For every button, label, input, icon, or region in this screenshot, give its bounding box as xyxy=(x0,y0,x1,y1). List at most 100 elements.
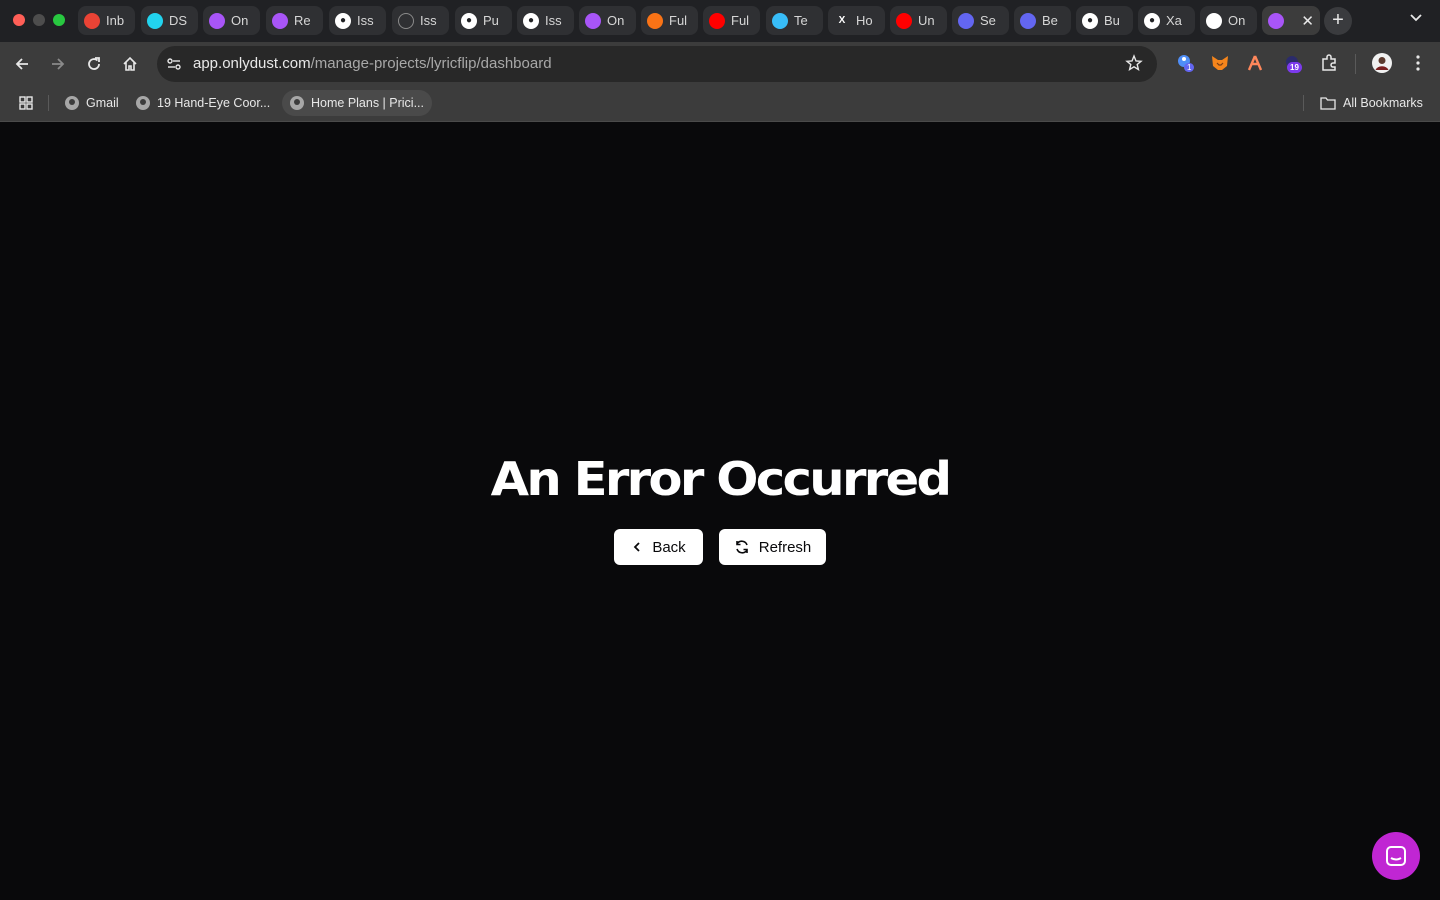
browser-toolbar: app.onlydust.com/manage-projects/lyricfl… xyxy=(0,42,1440,85)
browser-tab[interactable]: X Ho xyxy=(828,6,885,35)
tab-title: Bu xyxy=(1104,13,1120,28)
browser-tab[interactable]: On xyxy=(579,6,636,35)
wallet-extension-icon[interactable]: 19 xyxy=(1281,52,1303,74)
browser-tab-active[interactable]: ✕ xyxy=(1262,6,1320,35)
tailwind-icon xyxy=(772,12,788,29)
bookmark-gmail[interactable]: Gmail xyxy=(57,90,127,116)
browser-tab[interactable]: ● Iss xyxy=(517,6,574,35)
browser-tab[interactable]: ● Bu xyxy=(1076,6,1133,35)
github-icon: ● xyxy=(1144,12,1160,29)
tab-title: Te xyxy=(794,13,808,28)
tab-title: DS xyxy=(169,13,188,28)
all-bookmarks-label: All Bookmarks xyxy=(1343,96,1423,110)
address-bar[interactable]: app.onlydust.com/manage-projects/lyricfl… xyxy=(157,46,1157,82)
tab-title: On xyxy=(607,13,625,28)
maximize-window-icon[interactable] xyxy=(53,14,65,26)
refresh-icon xyxy=(735,540,748,554)
browser-tab[interactable]: Se xyxy=(952,6,1009,35)
browser-tab[interactable]: Ful xyxy=(641,6,698,35)
bookmark-home-plans[interactable]: Home Plans | Prici... xyxy=(282,90,433,116)
globe-icon xyxy=(136,96,150,110)
tab-strip: Inb DS On Re ● Iss Iss ● Pu ● Iss On Ful Ful Te X Ho Un Se… xyxy=(0,0,1440,42)
browser-tab[interactable]: Te xyxy=(766,6,823,35)
x-icon: X xyxy=(838,15,846,26)
onlydust-icon xyxy=(585,12,601,29)
browser-tab[interactable]: ● Iss xyxy=(329,6,386,35)
globe-icon xyxy=(290,96,304,110)
all-bookmarks[interactable]: All Bookmarks xyxy=(1312,90,1431,116)
tab-title: Ful xyxy=(669,13,688,28)
reload-icon[interactable] xyxy=(81,51,107,77)
tab-title: Iss xyxy=(420,13,437,28)
url-domain: app.onlydust.com xyxy=(193,55,311,72)
copilot-extension-icon[interactable]: 1 xyxy=(1175,52,1197,74)
minimize-window-icon[interactable] xyxy=(33,14,45,26)
tab-title: On xyxy=(231,13,249,28)
home-icon[interactable] xyxy=(117,51,143,77)
onlydust-icon xyxy=(272,12,288,29)
youtube-icon xyxy=(709,12,725,29)
browser-tab[interactable]: ● Xa xyxy=(1138,6,1195,35)
chat-support-button[interactable] xyxy=(1372,832,1420,880)
tab-search-chevron-icon[interactable] xyxy=(1410,10,1422,25)
tab-title: Pu xyxy=(483,13,499,28)
tab-title: Be xyxy=(1042,13,1058,28)
browser-tab[interactable]: On xyxy=(1200,6,1257,35)
browser-tab[interactable]: ● Pu xyxy=(455,6,512,35)
tab-title: Se xyxy=(980,13,996,28)
tab-title: Iss xyxy=(545,13,562,28)
browser-menu-icon[interactable] xyxy=(1407,52,1429,74)
site-info-icon[interactable] xyxy=(165,55,183,73)
refresh-button[interactable]: Refresh xyxy=(719,529,826,565)
page-content: An Error Occurred Back Refresh xyxy=(0,122,1440,900)
tab-title: Ho xyxy=(856,13,873,28)
claude-icon xyxy=(647,12,663,29)
close-tab-icon[interactable]: ✕ xyxy=(1301,12,1314,30)
tab-title: Re xyxy=(294,13,311,28)
browser-tab[interactable]: DS xyxy=(141,6,198,35)
browser-tab[interactable]: On xyxy=(203,6,260,35)
profile-avatar[interactable] xyxy=(1371,52,1393,74)
bookmarks-bar: Gmail 19 Hand-Eye Coor... Home Plans | P… xyxy=(0,85,1440,121)
url-path: /manage-projects/lyricflip/dashboard xyxy=(310,55,552,72)
youtube-icon xyxy=(896,12,912,29)
gmail-icon xyxy=(84,12,100,29)
browser-tab[interactable]: Un xyxy=(890,6,947,35)
tab-title: Inb xyxy=(106,13,125,28)
back-nav-icon[interactable] xyxy=(9,51,35,77)
toolbar-divider xyxy=(1355,54,1356,74)
bookmarks-divider xyxy=(1303,95,1304,111)
extensions-puzzle-icon[interactable] xyxy=(1318,52,1340,74)
ds-icon xyxy=(147,12,163,29)
metamask-extension-icon[interactable] xyxy=(1209,52,1231,74)
close-window-icon[interactable] xyxy=(13,14,25,26)
globe-icon xyxy=(65,96,79,110)
browser-tab[interactable]: Ful xyxy=(703,6,760,35)
tab-title: Ful xyxy=(731,13,750,28)
argent-extension-icon[interactable] xyxy=(1244,52,1266,74)
url-text[interactable]: app.onlydust.com/manage-projects/lyricfl… xyxy=(193,55,552,72)
bookmark-label: Gmail xyxy=(86,96,119,110)
github-icon: ● xyxy=(1082,12,1098,29)
forward-nav-icon[interactable] xyxy=(45,51,71,77)
bookmarks-divider xyxy=(48,95,49,111)
browser-tab[interactable]: Iss xyxy=(392,6,449,35)
tab-title: Un xyxy=(918,13,935,28)
browser-tab[interactable]: Inb xyxy=(78,6,135,35)
browser-tab[interactable]: Re xyxy=(266,6,323,35)
browser-tab[interactable]: Be xyxy=(1014,6,1071,35)
tab-title: On xyxy=(1228,13,1246,28)
onlydust-icon xyxy=(1268,12,1284,29)
chevron-left-icon xyxy=(634,542,640,552)
github-icon: ● xyxy=(335,12,351,29)
apps-grid-icon[interactable] xyxy=(10,90,42,116)
bookmark-label: Home Plans | Prici... xyxy=(311,96,425,110)
onlydust-icon xyxy=(1206,12,1222,29)
github-icon: ● xyxy=(523,12,539,29)
bookmark-star-icon[interactable] xyxy=(1125,54,1143,77)
folder-icon xyxy=(1320,97,1336,110)
bookmark-hand-eye[interactable]: 19 Hand-Eye Coor... xyxy=(128,90,278,116)
new-tab-button[interactable]: + xyxy=(1324,7,1352,35)
back-button[interactable]: Back xyxy=(614,529,703,565)
loading-icon xyxy=(398,12,414,29)
